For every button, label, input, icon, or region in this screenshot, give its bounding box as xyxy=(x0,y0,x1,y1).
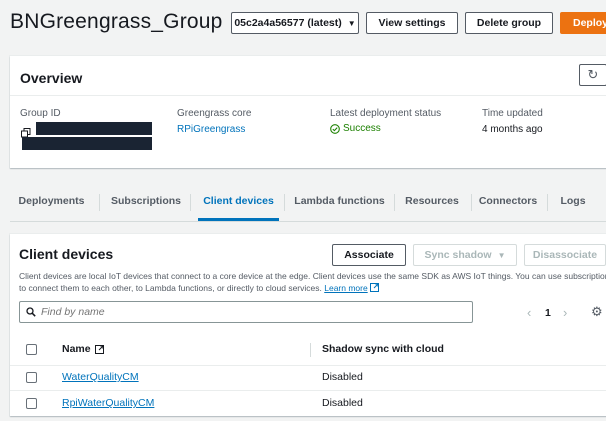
disassociate-button[interactable]: Disassociate xyxy=(524,244,606,266)
device-name-link[interactable]: RpiWaterQualityCM xyxy=(62,397,154,409)
external-link-icon xyxy=(94,344,104,354)
column-header-name-label: Name xyxy=(62,343,91,355)
redacted-group-id xyxy=(36,122,152,135)
learn-more-link[interactable]: Learn more xyxy=(324,283,367,293)
overview-card: Overview ↻ Group ID Greengrass core RPiG… xyxy=(10,56,606,168)
time-label: Time updated xyxy=(482,108,543,119)
redacted-group-id xyxy=(22,137,152,150)
refresh-icon: ↻ xyxy=(587,67,599,82)
group-id-label: Group ID xyxy=(20,108,61,119)
caret-down-icon: ▼ xyxy=(497,250,506,260)
deploy-button[interactable]: Deploy xyxy=(560,12,606,34)
tab-lambda-functions[interactable]: Lambda functions xyxy=(292,180,387,221)
page-number[interactable]: 1 xyxy=(545,307,551,319)
shadow-status: Disabled xyxy=(322,371,363,383)
success-check-icon xyxy=(330,123,340,134)
tab-deployments[interactable]: Deployments xyxy=(10,180,93,221)
sync-shadow-button[interactable]: Sync shadow ▼ xyxy=(413,244,517,266)
search-box[interactable] xyxy=(19,301,473,323)
version-select-value: 05c2a4a56577 (latest) xyxy=(234,17,342,29)
row-checkbox[interactable] xyxy=(26,398,37,409)
status-value: Success xyxy=(330,123,381,134)
search-input[interactable] xyxy=(41,306,441,318)
device-name-link[interactable]: WaterQualityCM xyxy=(62,371,139,383)
tab-logs[interactable]: Logs xyxy=(556,180,590,221)
tab-separator xyxy=(394,194,395,211)
copy-icon[interactable] xyxy=(21,125,31,138)
caret-down-icon: ▼ xyxy=(347,18,356,28)
client-devices-title: Client devices xyxy=(19,246,114,262)
prev-page-icon[interactable]: ‹ xyxy=(527,305,531,320)
overview-title: Overview xyxy=(20,70,83,86)
settings-gear-icon[interactable]: ⚙ xyxy=(591,304,603,320)
core-label: Greengrass core xyxy=(177,108,252,119)
refresh-button[interactable]: ↻ xyxy=(579,64,606,86)
view-settings-button[interactable]: View settings xyxy=(366,12,458,34)
column-header-name[interactable]: Name xyxy=(62,343,104,355)
tab-separator xyxy=(99,194,100,211)
description-line-1: Client devices are local IoT devices tha… xyxy=(19,271,606,281)
page-title: BNGreengrass_Group xyxy=(10,10,223,33)
row-checkbox[interactable] xyxy=(26,372,37,383)
column-separator xyxy=(310,343,311,357)
shadow-status: Disabled xyxy=(322,397,363,409)
delete-group-button[interactable]: Delete group xyxy=(465,12,553,34)
description-text: to connect them to each other, to Lambda… xyxy=(19,283,322,293)
next-page-icon[interactable]: › xyxy=(563,305,567,320)
tab-separator xyxy=(190,194,191,211)
active-tab-indicator xyxy=(198,218,279,221)
core-link[interactable]: RPiGreengrass xyxy=(177,124,245,135)
tab-separator xyxy=(284,194,285,211)
tab-connectors[interactable]: Connectors xyxy=(476,180,540,221)
sync-shadow-label: Sync shadow xyxy=(424,249,492,261)
search-icon xyxy=(26,307,36,317)
select-all-checkbox[interactable] xyxy=(26,344,37,355)
time-value: 4 months ago xyxy=(482,124,543,135)
associate-button[interactable]: Associate xyxy=(332,244,406,266)
tab-resources[interactable]: Resources xyxy=(401,180,463,221)
header-divider xyxy=(10,365,606,366)
description-line-2: to connect them to each other, to Lambda… xyxy=(19,282,606,294)
version-select[interactable]: 05c2a4a56577 (latest) ▼ xyxy=(231,12,359,34)
description: Client devices are local IoT devices tha… xyxy=(19,270,606,294)
row-divider xyxy=(10,390,606,391)
divider xyxy=(10,95,606,96)
tab-separator xyxy=(471,194,472,211)
column-header-shadow: Shadow sync with cloud xyxy=(322,343,444,355)
client-devices-card: Client devices Associate Sync shadow ▼ D… xyxy=(10,234,606,416)
status-text: Success xyxy=(343,123,381,134)
status-label: Latest deployment status xyxy=(330,108,442,119)
tab-subscriptions[interactable]: Subscriptions xyxy=(108,180,184,221)
external-link-icon xyxy=(370,283,380,293)
tab-separator xyxy=(547,194,548,211)
tab-bar: Deployments Subscriptions Client devices… xyxy=(10,180,606,222)
tab-client-devices[interactable]: Client devices xyxy=(198,180,279,221)
